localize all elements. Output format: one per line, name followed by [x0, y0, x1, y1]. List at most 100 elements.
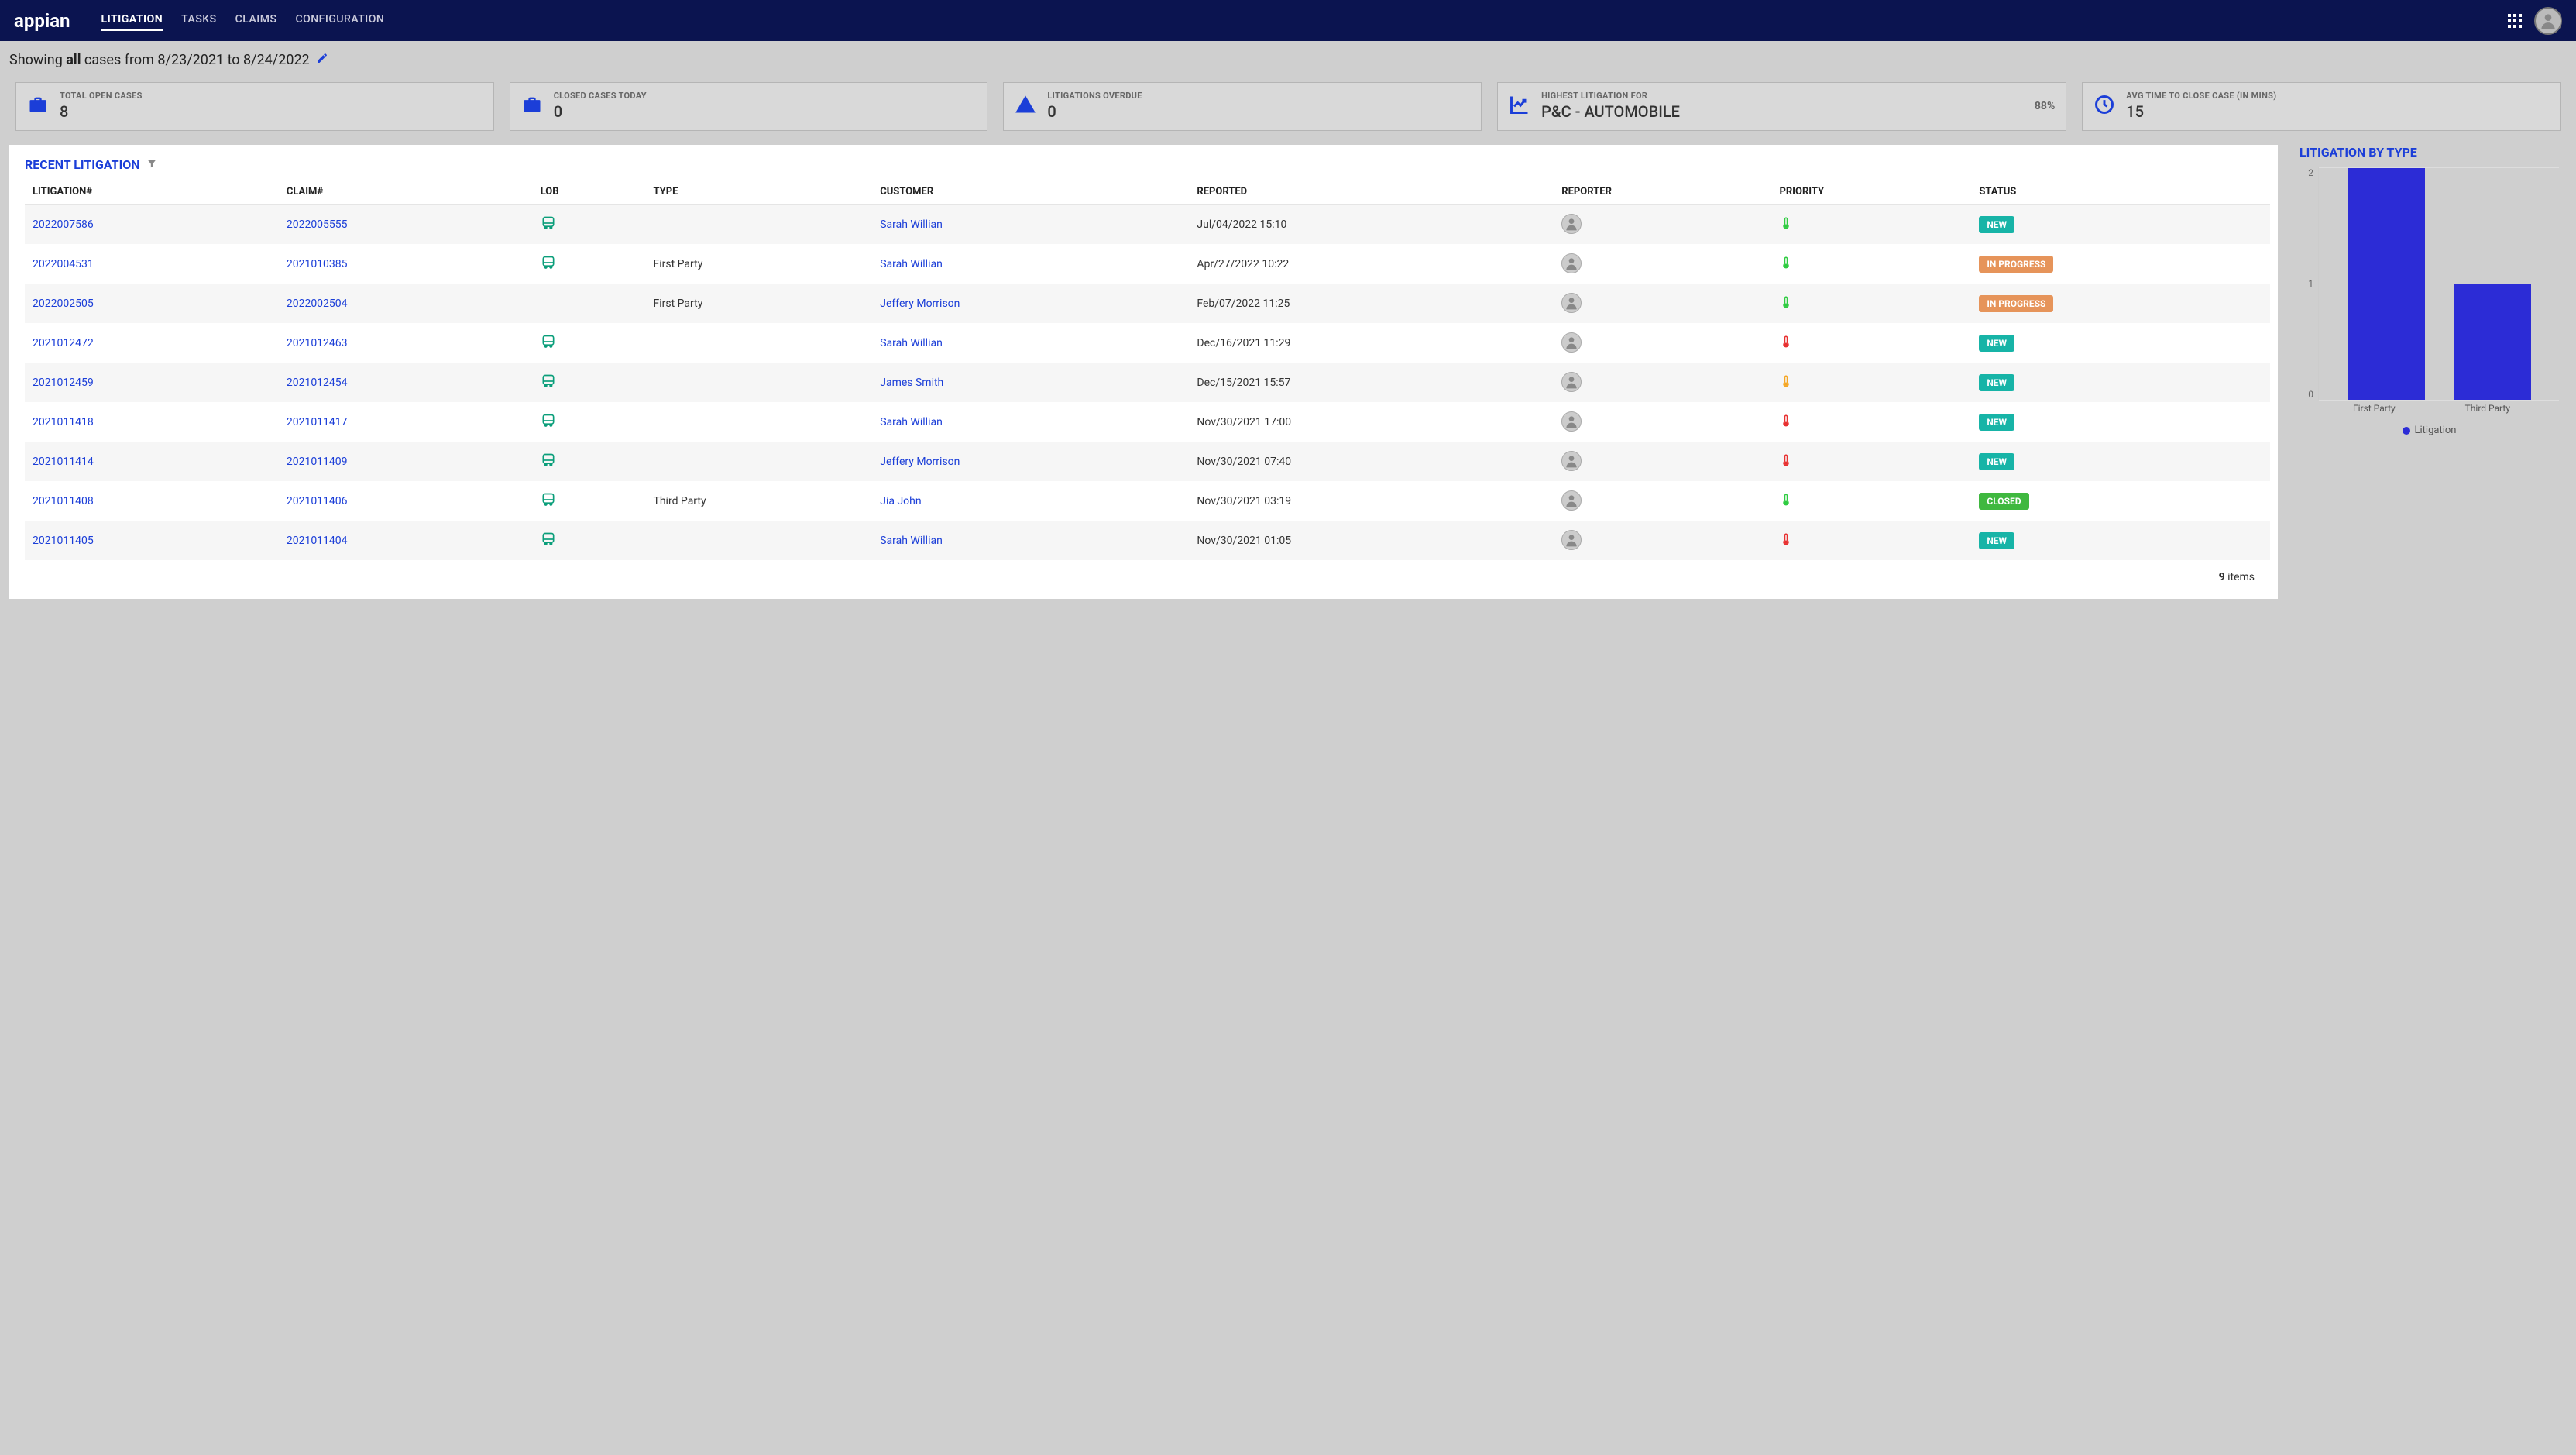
- kpi-row: TOTAL OPEN CASES8CLOSED CASES TODAY0LITI…: [0, 82, 2576, 145]
- subheader-prefix: Showing: [9, 52, 66, 68]
- kpi-percent: 88%: [2035, 100, 2055, 112]
- column-header[interactable]: CLAIM#: [279, 180, 533, 205]
- customer-link[interactable]: Sarah Willian: [880, 337, 943, 349]
- claim-link[interactable]: 2021010385: [287, 258, 348, 270]
- litigation-link[interactable]: 2021011408: [33, 495, 94, 507]
- chart-legend: Litigation: [2300, 425, 2559, 436]
- bus-icon: [541, 261, 556, 273]
- litigation-link[interactable]: 2021011405: [33, 535, 94, 547]
- nav-item-configuration[interactable]: CONFIGURATION: [295, 10, 384, 31]
- logo: appian: [14, 10, 70, 32]
- column-header[interactable]: TYPE: [645, 180, 872, 205]
- thermometer-icon: [1779, 373, 1793, 393]
- table-count-suffix: items: [2225, 571, 2255, 583]
- recent-litigation-panel: RECENT LITIGATION LITIGATION#CLAIM#LOBTY…: [9, 145, 2278, 599]
- table-row: 20220045312021010385First PartySarah Wil…: [25, 244, 2270, 284]
- kpi-card-3: HIGHEST LITIGATION FORP&C - AUTOMOBILE88…: [1497, 82, 2066, 131]
- customer-link[interactable]: Jia John: [880, 495, 921, 507]
- briefcase-icon: [521, 94, 543, 119]
- reporter-avatar-icon: [1561, 214, 1582, 234]
- litigation-link[interactable]: 2021012472: [33, 337, 94, 349]
- kpi-label: AVG TIME TO CLOSE CASE (IN MINS): [2126, 91, 2549, 101]
- claim-link[interactable]: 2022002504: [287, 298, 348, 310]
- status-badge: IN PROGRESS: [1979, 295, 2053, 312]
- type-cell: [645, 323, 872, 363]
- column-header[interactable]: LOB: [533, 180, 646, 205]
- kpi-label: CLOSED CASES TODAY: [554, 91, 977, 101]
- table-row: 20210124592021012454James SmithDec/15/20…: [25, 363, 2270, 402]
- chart-x-labels: First PartyThird Party: [2300, 400, 2559, 414]
- table-header-row: LITIGATION#CLAIM#LOBTYPECUSTOMERREPORTED…: [25, 180, 2270, 205]
- customer-link[interactable]: James Smith: [880, 377, 943, 389]
- nav-item-tasks[interactable]: TASKS: [181, 10, 216, 31]
- customer-link[interactable]: Jeffery Morrison: [880, 298, 960, 310]
- column-header[interactable]: CUSTOMER: [872, 180, 1189, 205]
- claim-link[interactable]: 2021011409: [287, 456, 348, 468]
- x-label: First Party: [2353, 403, 2396, 414]
- litigation-link[interactable]: 2022002505: [33, 298, 94, 310]
- type-cell: [645, 442, 872, 481]
- user-avatar[interactable]: [2534, 7, 2562, 35]
- filter-icon[interactable]: [146, 157, 157, 172]
- subheader-text: Showing all cases from 8/23/2021 to 8/24…: [9, 52, 310, 68]
- bar-third-party[interactable]: [2454, 284, 2531, 400]
- legend-label: Litigation: [2415, 425, 2457, 436]
- status-badge: CLOSED: [1979, 493, 2028, 510]
- reporter-avatar-icon: [1561, 411, 1582, 432]
- litigation-link[interactable]: 2022004531: [33, 258, 94, 270]
- litigation-table: LITIGATION#CLAIM#LOBTYPECUSTOMERREPORTED…: [25, 180, 2270, 560]
- edit-date-range-icon[interactable]: [316, 52, 328, 68]
- litigation-link[interactable]: 2021012459: [33, 377, 94, 389]
- thermometer-icon: [1779, 215, 1793, 235]
- kpi-value: 0: [554, 102, 977, 121]
- thermometer-icon: [1779, 531, 1793, 551]
- bus-icon: [541, 459, 556, 471]
- customer-link[interactable]: Jeffery Morrison: [880, 456, 960, 468]
- chart-icon: [1509, 94, 1530, 119]
- kpi-card-0: TOTAL OPEN CASES8: [15, 82, 494, 131]
- litigation-link[interactable]: 2022007586: [33, 218, 94, 231]
- litigation-link[interactable]: 2021011414: [33, 456, 94, 468]
- legend-dot-icon: [2403, 427, 2410, 435]
- claim-link[interactable]: 2022005555: [287, 218, 348, 231]
- subheader-bold: all: [66, 52, 81, 68]
- claim-link[interactable]: 2021012463: [287, 337, 348, 349]
- column-header[interactable]: REPORTER: [1554, 180, 1771, 205]
- apps-icon[interactable]: [2508, 14, 2522, 28]
- table-row: 2021011405 2021011404 Sarah Willian Nov/30/…: [25, 521, 2270, 560]
- nav-item-litigation[interactable]: LITIGATION: [101, 10, 163, 31]
- column-header[interactable]: REPORTED: [1189, 180, 1554, 205]
- kpi-value: P&C - AUTOMOBILE: [1541, 102, 2018, 121]
- reporter-avatar-icon: [1561, 451, 1582, 471]
- customer-link[interactable]: Sarah Willian: [880, 218, 943, 231]
- claim-link[interactable]: 2021012454: [287, 377, 348, 389]
- claim-link[interactable]: 2021011406: [287, 495, 348, 507]
- thermometer-icon: [1779, 294, 1793, 314]
- customer-link[interactable]: Sarah Willian: [880, 258, 943, 270]
- column-header[interactable]: LITIGATION#: [25, 180, 279, 205]
- reported-cell: Nov/30/2021 07:40: [1189, 442, 1554, 481]
- table-row: 20220025052022002504First PartyJeffery M…: [25, 284, 2270, 323]
- nav-item-claims[interactable]: CLAIMS: [235, 10, 277, 31]
- column-header[interactable]: PRIORITY: [1771, 180, 1971, 205]
- claim-link[interactable]: 2021011417: [287, 416, 348, 428]
- litigation-by-type-panel: LITIGATION BY TYPE 210 First PartyThird …: [2292, 145, 2567, 436]
- reporter-avatar-icon: [1561, 530, 1582, 550]
- litigation-link[interactable]: 2021011418: [33, 416, 94, 428]
- reported-cell: Nov/30/2021 01:05: [1189, 521, 1554, 560]
- customer-link[interactable]: Sarah Willian: [880, 535, 943, 547]
- column-header[interactable]: STATUS: [1971, 180, 2270, 205]
- claim-link[interactable]: 2021011404: [287, 535, 348, 547]
- status-badge: NEW: [1979, 216, 2014, 233]
- status-badge: NEW: [1979, 414, 2014, 431]
- bus-icon: [541, 380, 556, 392]
- kpi-value: 15: [2126, 102, 2549, 121]
- bus-icon: [541, 340, 556, 353]
- table-footer: 9 items: [25, 560, 2270, 586]
- chart-title: LITIGATION BY TYPE: [2300, 145, 2559, 160]
- kpi-label: LITIGATIONS OVERDUE: [1047, 91, 1470, 101]
- kpi-card-1: CLOSED CASES TODAY0: [510, 82, 988, 131]
- kpi-value: 0: [1047, 102, 1470, 121]
- kpi-label: TOTAL OPEN CASES: [60, 91, 483, 101]
- customer-link[interactable]: Sarah Willian: [880, 416, 943, 428]
